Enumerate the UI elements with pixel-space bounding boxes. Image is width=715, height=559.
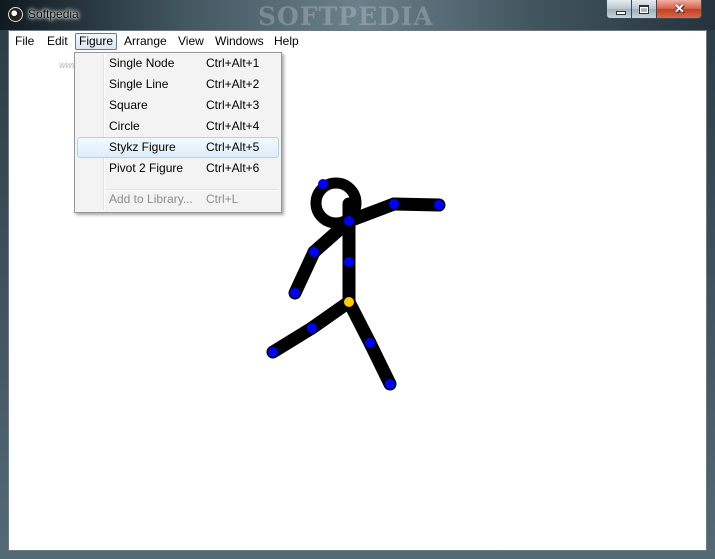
menu-item-label: Stykz Figure — [109, 140, 176, 154]
node-foot-left — [268, 347, 278, 357]
menu-item-stykz-figure[interactable]: Stykz Figure Ctrl+Alt+5 — [77, 137, 279, 158]
menu-item-label: Pivot 2 Figure — [109, 161, 184, 175]
node-origin — [344, 297, 354, 307]
menu-item-square[interactable]: Square Ctrl+Alt+3 — [77, 95, 279, 116]
menu-view[interactable]: View — [175, 33, 207, 50]
menu-item-pivot-2-figure[interactable]: Pivot 2 Figure Ctrl+Alt+6 — [77, 158, 279, 179]
maximize-button[interactable] — [632, 0, 657, 19]
menu-item-circle[interactable]: Circle Ctrl+Alt+4 — [77, 116, 279, 137]
forearm-right — [387, 197, 446, 212]
node-neck — [344, 216, 354, 226]
minimize-button[interactable] — [606, 0, 632, 19]
shin-left — [266, 321, 319, 359]
menu-item-shortcut: Ctrl+Alt+6 — [206, 161, 260, 175]
thigh-left — [305, 295, 356, 335]
window-title: Softpedia — [28, 7, 79, 21]
app-window: Softpedia SOFTPEDIA ✕ File Edit Figure A… — [0, 0, 715, 559]
menu-item-single-node[interactable]: Single Node Ctrl+Alt+1 — [77, 53, 279, 74]
menu-item-single-line[interactable]: Single Line Ctrl+Alt+2 — [77, 74, 279, 95]
menu-windows[interactable]: Windows — [212, 33, 267, 50]
menu-item-shortcut: Ctrl+Alt+2 — [206, 77, 260, 91]
forearm-left — [288, 245, 321, 300]
figure-dropdown-menu: Single Node Ctrl+Alt+1 Single Line Ctrl+… — [74, 52, 282, 213]
node-head — [318, 179, 328, 189]
menu-item-label: Single Node — [109, 56, 175, 70]
menu-file[interactable]: File — [12, 33, 37, 50]
menu-edit[interactable]: Edit — [44, 33, 71, 50]
menu-arrange[interactable]: Arrange — [121, 33, 170, 50]
menu-item-shortcut: Ctrl+Alt+4 — [206, 119, 260, 133]
node-elbow-right — [389, 199, 399, 209]
maximize-icon — [639, 5, 649, 14]
close-icon: ✕ — [674, 1, 685, 16]
menu-help[interactable]: Help — [271, 33, 302, 50]
shin-right — [363, 336, 397, 391]
node-hand-right — [434, 200, 444, 210]
menu-item-shortcut: Ctrl+Alt+3 — [206, 98, 260, 112]
menu-item-label: Circle — [109, 119, 140, 133]
menu-item-label: Add to Library... — [109, 192, 193, 206]
figure-limbs — [266, 177, 446, 391]
menu-item-label: Single Line — [109, 77, 169, 91]
menu-item-shortcut: Ctrl+L — [206, 192, 239, 206]
minimize-icon — [616, 11, 626, 15]
node-knee-left — [307, 323, 317, 333]
node-knee-right — [365, 338, 375, 348]
title-bar[interactable]: Softpedia SOFTPEDIA ✕ — [0, 0, 715, 31]
menu-item-shortcut: Ctrl+Alt+1 — [206, 56, 260, 70]
window-controls: ✕ — [606, 0, 702, 20]
pivot-app-icon[interactable] — [8, 7, 23, 22]
node-foot-right — [385, 379, 395, 389]
menu-item-add-to-library: Add to Library... Ctrl+L — [77, 189, 279, 210]
node-torso-mid — [344, 257, 354, 267]
node-elbow-left — [309, 247, 319, 257]
node-hand-left — [290, 288, 300, 298]
menu-item-shortcut: Ctrl+Alt+5 — [206, 140, 260, 154]
menu-bar: File Edit Figure Arrange View Windows He… — [9, 31, 706, 51]
softpedia-watermark: SOFTPEDIA — [258, 2, 434, 31]
close-button[interactable]: ✕ — [657, 0, 702, 19]
thigh-right — [342, 295, 377, 350]
menu-item-label: Square — [109, 98, 148, 112]
menu-figure[interactable]: Figure — [75, 33, 118, 50]
